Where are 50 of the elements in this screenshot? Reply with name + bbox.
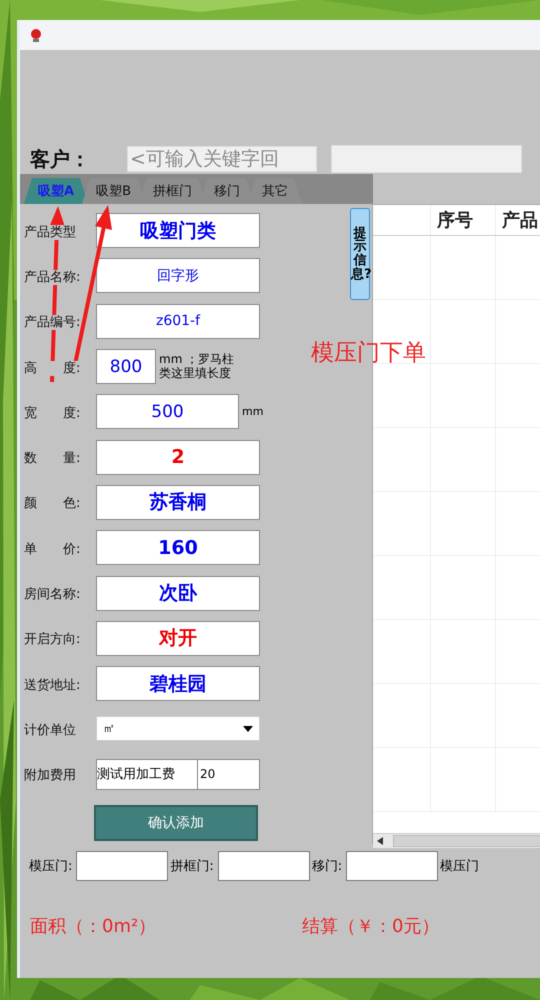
app-icon (28, 27, 44, 43)
field-label: 开启方向: (24, 632, 80, 648)
confirm-add-button[interactable]: 确认添加 (94, 804, 258, 841)
input-field[interactable] (76, 851, 168, 881)
input-field[interactable]: 800 (96, 349, 156, 384)
field-label: 拼框门: (170, 858, 214, 875)
field-label: 送货地址: (24, 678, 80, 693)
input-field[interactable] (346, 851, 438, 881)
column-header[interactable]: 产品 (496, 205, 540, 235)
area-total: 面积（：0m²） (30, 915, 158, 938)
amount-total: 结算（￥：0元） (302, 915, 440, 938)
annotation-text: 模压门下单 (311, 339, 426, 368)
hint-button[interactable]: 提示信息? (350, 208, 370, 300)
unit-note: mm (242, 406, 264, 418)
field-label: 高 度: (24, 360, 80, 376)
field-label: 计价单位 (24, 722, 76, 738)
horizontal-scrollbar[interactable] (373, 833, 540, 848)
input-field[interactable]: 次卧 (96, 576, 260, 611)
left-arrow-icon (377, 837, 383, 845)
unit-note: mm ；罗马柱类这里填长度 (159, 353, 236, 380)
field-label: 模压门: (29, 858, 72, 875)
input-field[interactable]: z601-f (96, 304, 260, 339)
fee-name-field[interactable]: 测试用加工费 (96, 758, 198, 790)
input-field[interactable]: 吸塑门类 (96, 213, 260, 248)
field-label: 移门: (312, 858, 342, 875)
input-field[interactable]: 碧桂园 (96, 666, 260, 702)
field-label: 产品名称: (24, 270, 80, 285)
customer-field[interactable] (331, 145, 522, 173)
field-label: 房间名称: (24, 587, 80, 602)
field-label: 数 量: (24, 451, 80, 466)
unit-dropdown[interactable]: ㎡ (96, 716, 260, 742)
input-field[interactable]: 回字形 (96, 258, 260, 294)
field-label: 附加费用 (24, 768, 76, 784)
input-field[interactable]: 对开 (96, 620, 260, 656)
input-field[interactable] (218, 851, 310, 881)
field-label: 产品类型 (24, 224, 76, 240)
input-field[interactable]: 500 (96, 394, 239, 430)
customer-search-field[interactable]: <可输入关键字回 (127, 146, 317, 172)
caret-icon (243, 726, 253, 732)
input-field[interactable]: 160 (96, 530, 260, 566)
field-label: 颜 色: (24, 496, 80, 512)
input-field[interactable]: 2 (96, 440, 260, 475)
field-label: 产品编号: (24, 315, 80, 330)
field-label: 单 价: (24, 542, 80, 557)
fee-amount-field[interactable]: 20 (198, 758, 260, 790)
customer-label: 客户： (30, 146, 91, 172)
field-label: 宽 度: (24, 406, 80, 421)
input-field[interactable]: 苏香桐 (96, 484, 260, 520)
field-label: 模压门 (440, 858, 480, 875)
column-header[interactable]: 序号 (431, 205, 496, 235)
